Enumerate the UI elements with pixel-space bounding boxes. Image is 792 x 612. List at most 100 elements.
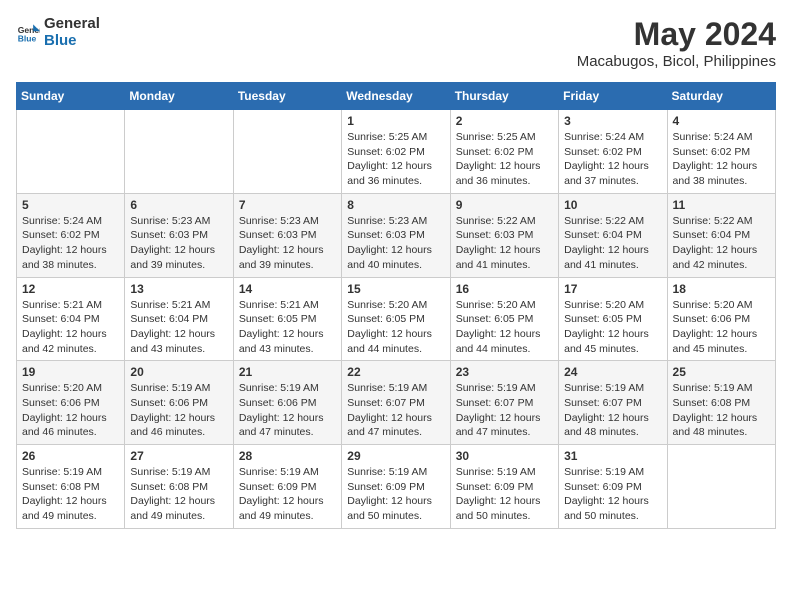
day-number: 20 [130,365,227,379]
main-title: May 2024 [577,16,776,53]
logo-blue: Blue [44,33,100,50]
day-info: Sunrise: 5:20 AM Sunset: 6:05 PM Dayligh… [564,298,661,357]
day-info: Sunrise: 5:21 AM Sunset: 6:04 PM Dayligh… [22,298,119,357]
calendar-table: SundayMondayTuesdayWednesdayThursdayFrid… [16,82,776,529]
logo: General Blue General Blue [16,16,100,49]
day-number: 12 [22,282,119,296]
day-number: 7 [239,198,336,212]
day-number: 11 [673,198,770,212]
calendar-cell: 28 Sunrise: 5:19 AM Sunset: 6:09 PM Dayli… [233,445,341,529]
calendar-cell: 6 Sunrise: 5:23 AM Sunset: 6:03 PM Daylig… [125,193,233,277]
day-number: 13 [130,282,227,296]
svg-text:Blue: Blue [18,33,37,43]
title-area: May 2024 Macabugos, Bicol, Philippines [577,16,776,70]
day-info: Sunrise: 5:19 AM Sunset: 6:08 PM Dayligh… [130,465,227,524]
calendar-cell: 14Sunrise: 5:21 AM Sunset: 6:05 PM Dayli… [233,277,341,361]
day-number: 29 [347,449,444,463]
day-number: 19 [22,365,119,379]
day-number: 16 [456,282,553,296]
calendar-cell: 31Sunrise: 5:19 AM Sunset: 6:09 PM Dayli… [559,445,667,529]
day-number: 23 [456,365,553,379]
calendar-cell: 13 Sunrise: 5:21 AM Sunset: 6:04 PM Dayli… [125,277,233,361]
day-number: 6 [130,198,227,212]
day-header-thursday: Thursday [450,83,558,110]
day-number: 1 [347,114,444,128]
day-info: Sunrise: 5:22 AM Sunset: 6:03 PM Dayligh… [456,214,553,273]
calendar-cell: 3 Sunrise: 5:24 AM Sunset: 6:02 PM Daylig… [559,110,667,194]
day-number: 9 [456,198,553,212]
day-number: 3 [564,114,661,128]
calendar-cell: 19 Sunrise: 5:20 AM Sunset: 6:06 PM Dayli… [17,361,125,445]
day-number: 15 [347,282,444,296]
calendar-cell: 2 Sunrise: 5:25 AM Sunset: 6:02 PM Daylig… [450,110,558,194]
day-info: Sunrise: 5:21 AM Sunset: 6:04 PM Dayligh… [130,298,227,357]
calendar-cell: 25 Sunrise: 5:19 AM Sunset: 6:08 PM Dayli… [667,361,775,445]
day-info: Sunrise: 5:24 AM Sunset: 6:02 PM Dayligh… [564,130,661,189]
day-info: Sunrise: 5:19 AM Sunset: 6:07 PM Dayligh… [347,381,444,440]
logo-general: General [44,16,100,33]
day-info: Sunrise: 5:23 AM Sunset: 6:03 PM Dayligh… [130,214,227,273]
calendar-cell: 16 Sunrise: 5:20 AM Sunset: 6:05 PM Dayli… [450,277,558,361]
calendar-cell: 21Sunrise: 5:19 AM Sunset: 6:06 PM Dayli… [233,361,341,445]
day-info: Sunrise: 5:20 AM Sunset: 6:06 PM Dayligh… [22,381,119,440]
calendar-cell: 17 Sunrise: 5:20 AM Sunset: 6:05 PM Dayli… [559,277,667,361]
calendar-cell: 8Sunrise: 5:23 AM Sunset: 6:03 PM Daylig… [342,193,450,277]
calendar-cell: 5 Sunrise: 5:24 AM Sunset: 6:02 PM Daylig… [17,193,125,277]
calendar-cell: 4Sunrise: 5:24 AM Sunset: 6:02 PM Daylig… [667,110,775,194]
calendar-cell [667,445,775,529]
day-info: Sunrise: 5:19 AM Sunset: 6:08 PM Dayligh… [673,381,770,440]
subtitle: Macabugos, Bicol, Philippines [577,53,776,70]
day-info: Sunrise: 5:22 AM Sunset: 6:04 PM Dayligh… [673,214,770,273]
day-number: 27 [130,449,227,463]
day-number: 24 [564,365,661,379]
day-info: Sunrise: 5:19 AM Sunset: 6:07 PM Dayligh… [564,381,661,440]
calendar-cell: 30Sunrise: 5:19 AM Sunset: 6:09 PM Dayli… [450,445,558,529]
day-info: Sunrise: 5:19 AM Sunset: 6:07 PM Dayligh… [456,381,553,440]
day-header-sunday: Sunday [17,83,125,110]
day-info: Sunrise: 5:22 AM Sunset: 6:04 PM Dayligh… [564,214,661,273]
header-row: SundayMondayTuesdayWednesdayThursdayFrid… [17,83,776,110]
day-number: 10 [564,198,661,212]
day-number: 25 [673,365,770,379]
day-info: Sunrise: 5:23 AM Sunset: 6:03 PM Dayligh… [239,214,336,273]
day-number: 14 [239,282,336,296]
calendar-cell: 22Sunrise: 5:19 AM Sunset: 6:07 PM Dayli… [342,361,450,445]
day-number: 30 [456,449,553,463]
calendar-cell: 24 Sunrise: 5:19 AM Sunset: 6:07 PM Dayli… [559,361,667,445]
day-info: Sunrise: 5:19 AM Sunset: 6:09 PM Dayligh… [239,465,336,524]
calendar-cell: 20 Sunrise: 5:19 AM Sunset: 6:06 PM Dayli… [125,361,233,445]
day-header-monday: Monday [125,83,233,110]
week-row-0: 1 Sunrise: 5:25 AM Sunset: 6:02 PM Daylig… [17,110,776,194]
day-info: Sunrise: 5:19 AM Sunset: 6:09 PM Dayligh… [347,465,444,524]
week-row-3: 19 Sunrise: 5:20 AM Sunset: 6:06 PM Dayli… [17,361,776,445]
day-number: 31 [564,449,661,463]
day-number: 26 [22,449,119,463]
day-info: Sunrise: 5:19 AM Sunset: 6:06 PM Dayligh… [130,381,227,440]
day-number: 17 [564,282,661,296]
calendar-cell: 29 Sunrise: 5:19 AM Sunset: 6:09 PM Dayli… [342,445,450,529]
day-info: Sunrise: 5:24 AM Sunset: 6:02 PM Dayligh… [22,214,119,273]
week-row-1: 5 Sunrise: 5:24 AM Sunset: 6:02 PM Daylig… [17,193,776,277]
day-info: Sunrise: 5:25 AM Sunset: 6:02 PM Dayligh… [456,130,553,189]
calendar-cell [125,110,233,194]
week-row-2: 12 Sunrise: 5:21 AM Sunset: 6:04 PM Dayli… [17,277,776,361]
day-info: Sunrise: 5:20 AM Sunset: 6:06 PM Dayligh… [673,298,770,357]
calendar-cell: 10 Sunrise: 5:22 AM Sunset: 6:04 PM Dayli… [559,193,667,277]
calendar-cell: 15Sunrise: 5:20 AM Sunset: 6:05 PM Dayli… [342,277,450,361]
day-info: Sunrise: 5:20 AM Sunset: 6:05 PM Dayligh… [456,298,553,357]
calendar-cell [233,110,341,194]
calendar-cell: 12 Sunrise: 5:21 AM Sunset: 6:04 PM Dayli… [17,277,125,361]
day-number: 8 [347,198,444,212]
calendar-cell: 11 Sunrise: 5:22 AM Sunset: 6:04 PM Dayli… [667,193,775,277]
day-header-tuesday: Tuesday [233,83,341,110]
day-info: Sunrise: 5:19 AM Sunset: 6:08 PM Dayligh… [22,465,119,524]
calendar-cell: 9 Sunrise: 5:22 AM Sunset: 6:03 PM Daylig… [450,193,558,277]
calendar-cell: 26 Sunrise: 5:19 AM Sunset: 6:08 PM Dayli… [17,445,125,529]
day-number: 2 [456,114,553,128]
day-header-wednesday: Wednesday [342,83,450,110]
calendar-cell: 18 Sunrise: 5:20 AM Sunset: 6:06 PM Dayli… [667,277,775,361]
day-header-friday: Friday [559,83,667,110]
day-number: 5 [22,198,119,212]
day-number: 18 [673,282,770,296]
day-number: 28 [239,449,336,463]
